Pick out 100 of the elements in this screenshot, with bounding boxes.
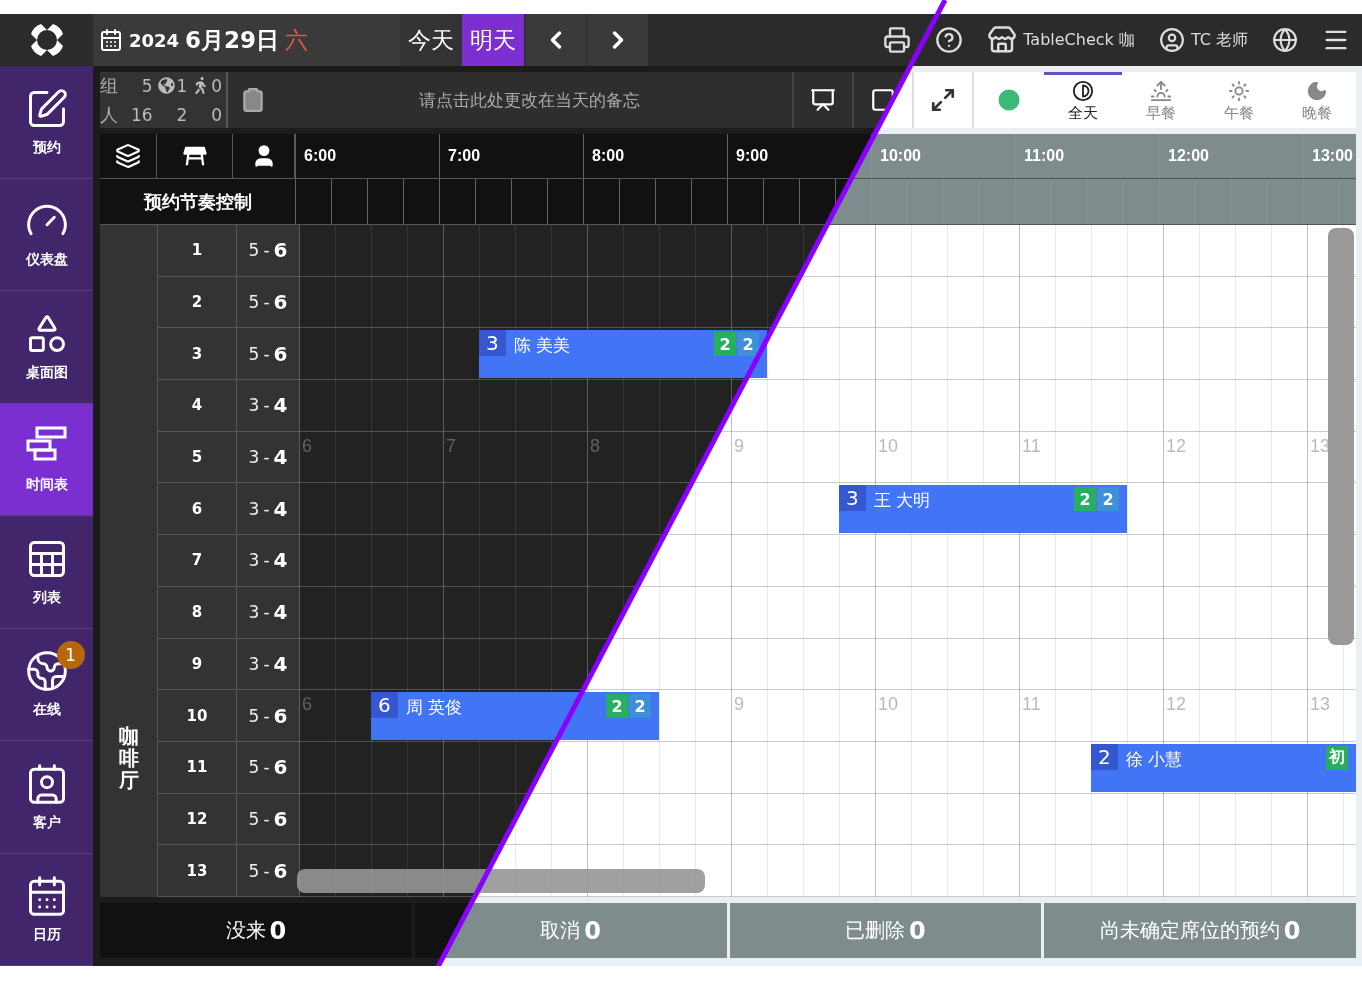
hour-label: 7:00 — [448, 147, 481, 165]
capacity-cell: 5 - 6 — [237, 276, 299, 329]
sidebar-label: 桌面图 — [25, 363, 68, 382]
calendar-icon[interactable] — [99, 28, 123, 52]
meal-tab[interactable]: 晚餐 — [1278, 72, 1356, 128]
count-value: 16 — [131, 104, 153, 125]
hour-mark: 9 — [734, 694, 744, 716]
reservation-tag: 2 — [714, 332, 736, 357]
guest-name: 徐 小慧 — [1125, 747, 1184, 771]
reservation-tag: 2 — [1074, 487, 1096, 512]
reservation-block[interactable]: 2 徐 小慧 初 — [1091, 743, 1356, 792]
table-number: 4 — [157, 380, 237, 432]
hour-mark: 12 — [1166, 435, 1187, 457]
capacity-cell: 3 - 4 — [237, 586, 299, 639]
count-label: 人 — [100, 102, 118, 127]
user-icon — [1158, 27, 1185, 53]
next-button[interactable] — [586, 14, 648, 66]
table-number: 12 — [157, 793, 237, 846]
layers-icon[interactable] — [115, 143, 141, 169]
table-number: 13 — [157, 845, 237, 897]
previous-button[interactable] — [524, 14, 586, 66]
capacity-cell: 3 - 4 — [237, 380, 299, 432]
hour-mark: 6 — [302, 694, 312, 716]
capacity-cell: 3 - 4 — [237, 483, 299, 536]
hour-mark: 10 — [878, 694, 899, 716]
reservation-block[interactable]: 6 周 英俊 2 2 — [371, 692, 659, 740]
status-button[interactable]: 尚未确定席位的预约 0 — [1044, 903, 1356, 958]
hour-mark: 10 — [878, 435, 899, 457]
day-button[interactable]: 明天 — [462, 14, 524, 66]
table-number: 8 — [157, 586, 237, 639]
reservation-block[interactable]: 3 陈 美美 2 2 — [479, 330, 767, 379]
reservation-block[interactable]: 3 王 大明 2 2 — [839, 485, 1127, 534]
printer-icon — [883, 26, 912, 54]
hour-mark: 8 — [590, 435, 600, 457]
table-number: 9 — [157, 638, 237, 691]
memo-prompt[interactable]: 请点击此处更改在当天的备忘 — [266, 88, 792, 112]
reservation-tag: 2 — [737, 332, 759, 357]
hour-mark: 11 — [1022, 694, 1041, 716]
capacity-cell: 5 - 6 — [237, 793, 299, 846]
presentation-icon — [810, 87, 836, 113]
user-button[interactable]: TC 老师 — [1146, 14, 1260, 66]
hour-label: 10:00 — [880, 147, 921, 165]
store-button[interactable]: TableCheck 咖 — [975, 14, 1147, 66]
day-button[interactable]: 今天 — [400, 14, 462, 66]
sidebar-item[interactable]: 时间表 — [0, 403, 93, 516]
table-number: 11 — [157, 741, 237, 794]
status-button[interactable]: 取消 0 — [414, 903, 727, 958]
sun-icon — [1228, 80, 1250, 102]
table-number: 2 — [157, 276, 237, 329]
party-size: 6 — [371, 692, 398, 719]
table-number: 3 — [157, 328, 237, 381]
capacity-cell: 5 - 6 — [237, 328, 299, 381]
sidebar-label: 时间表 — [25, 476, 68, 495]
store-name: TableCheck 咖 — [1023, 29, 1135, 51]
hour-label: 9:00 — [736, 147, 769, 165]
half-circle-icon — [1072, 80, 1094, 102]
table-number: 7 — [157, 535, 237, 587]
guest-name: 王 大明 — [873, 489, 932, 513]
hour-label: 6:00 — [304, 147, 337, 165]
status-button[interactable]: 已删除 0 — [729, 903, 1042, 958]
area-label: 咖啡厅 — [118, 725, 139, 791]
status-button[interactable]: 没来 0 — [100, 903, 412, 958]
party-size: 3 — [839, 485, 866, 512]
expand-icon — [930, 87, 956, 113]
sidebar-label: 预约 — [32, 138, 61, 157]
reservation-tag: 2 — [1097, 487, 1119, 512]
reservation-tag: 初 — [1326, 745, 1348, 770]
capacity-cell: 5 - 6 — [237, 741, 299, 794]
capacity-cell: 5 - 6 — [237, 690, 299, 742]
sidebar-label: 在线 — [32, 701, 61, 720]
hour-label: 13:00 — [1312, 147, 1353, 165]
capacity-cell: 5 - 6 — [237, 225, 299, 277]
sidebar-label: 仪表盘 — [25, 251, 68, 270]
capacity-cell: 5 - 6 — [237, 845, 299, 897]
store-icon — [987, 25, 1018, 55]
hour-mark: 13 — [1310, 694, 1331, 716]
meal-tab[interactable]: 早餐 — [1122, 72, 1200, 128]
meal-tab[interactable]: 全天 — [1044, 72, 1122, 128]
count-value: 2 — [176, 104, 188, 125]
count-value: 0 — [211, 104, 222, 125]
clipboard-icon[interactable] — [240, 87, 266, 113]
capacity-cell: 3 - 4 — [237, 431, 299, 484]
reservation-tag: 2 — [606, 694, 628, 719]
square-icon — [870, 87, 896, 113]
date-day: 6月29日 — [185, 24, 280, 56]
table-number: 10 — [157, 690, 237, 742]
meal-tab[interactable]: 午餐 — [1200, 72, 1278, 128]
count-value: 5 — [141, 75, 153, 96]
hour-mark: 6 — [302, 435, 312, 457]
horizontal-scrollbar[interactable] — [297, 869, 705, 893]
reservation-tag: 2 — [629, 694, 651, 719]
vertical-scrollbar[interactable] — [1328, 228, 1354, 645]
sidebar-label: 列表 — [32, 588, 61, 607]
count-label: 组 — [100, 73, 118, 98]
count-value: 0 — [211, 75, 222, 96]
hour-mark: 7 — [446, 435, 456, 457]
user-name: TC 老师 — [1190, 29, 1248, 51]
capacity-cell: 3 - 4 — [237, 535, 299, 587]
sidebar-label: 日历 — [32, 926, 61, 945]
guest-name: 周 英俊 — [405, 696, 464, 720]
